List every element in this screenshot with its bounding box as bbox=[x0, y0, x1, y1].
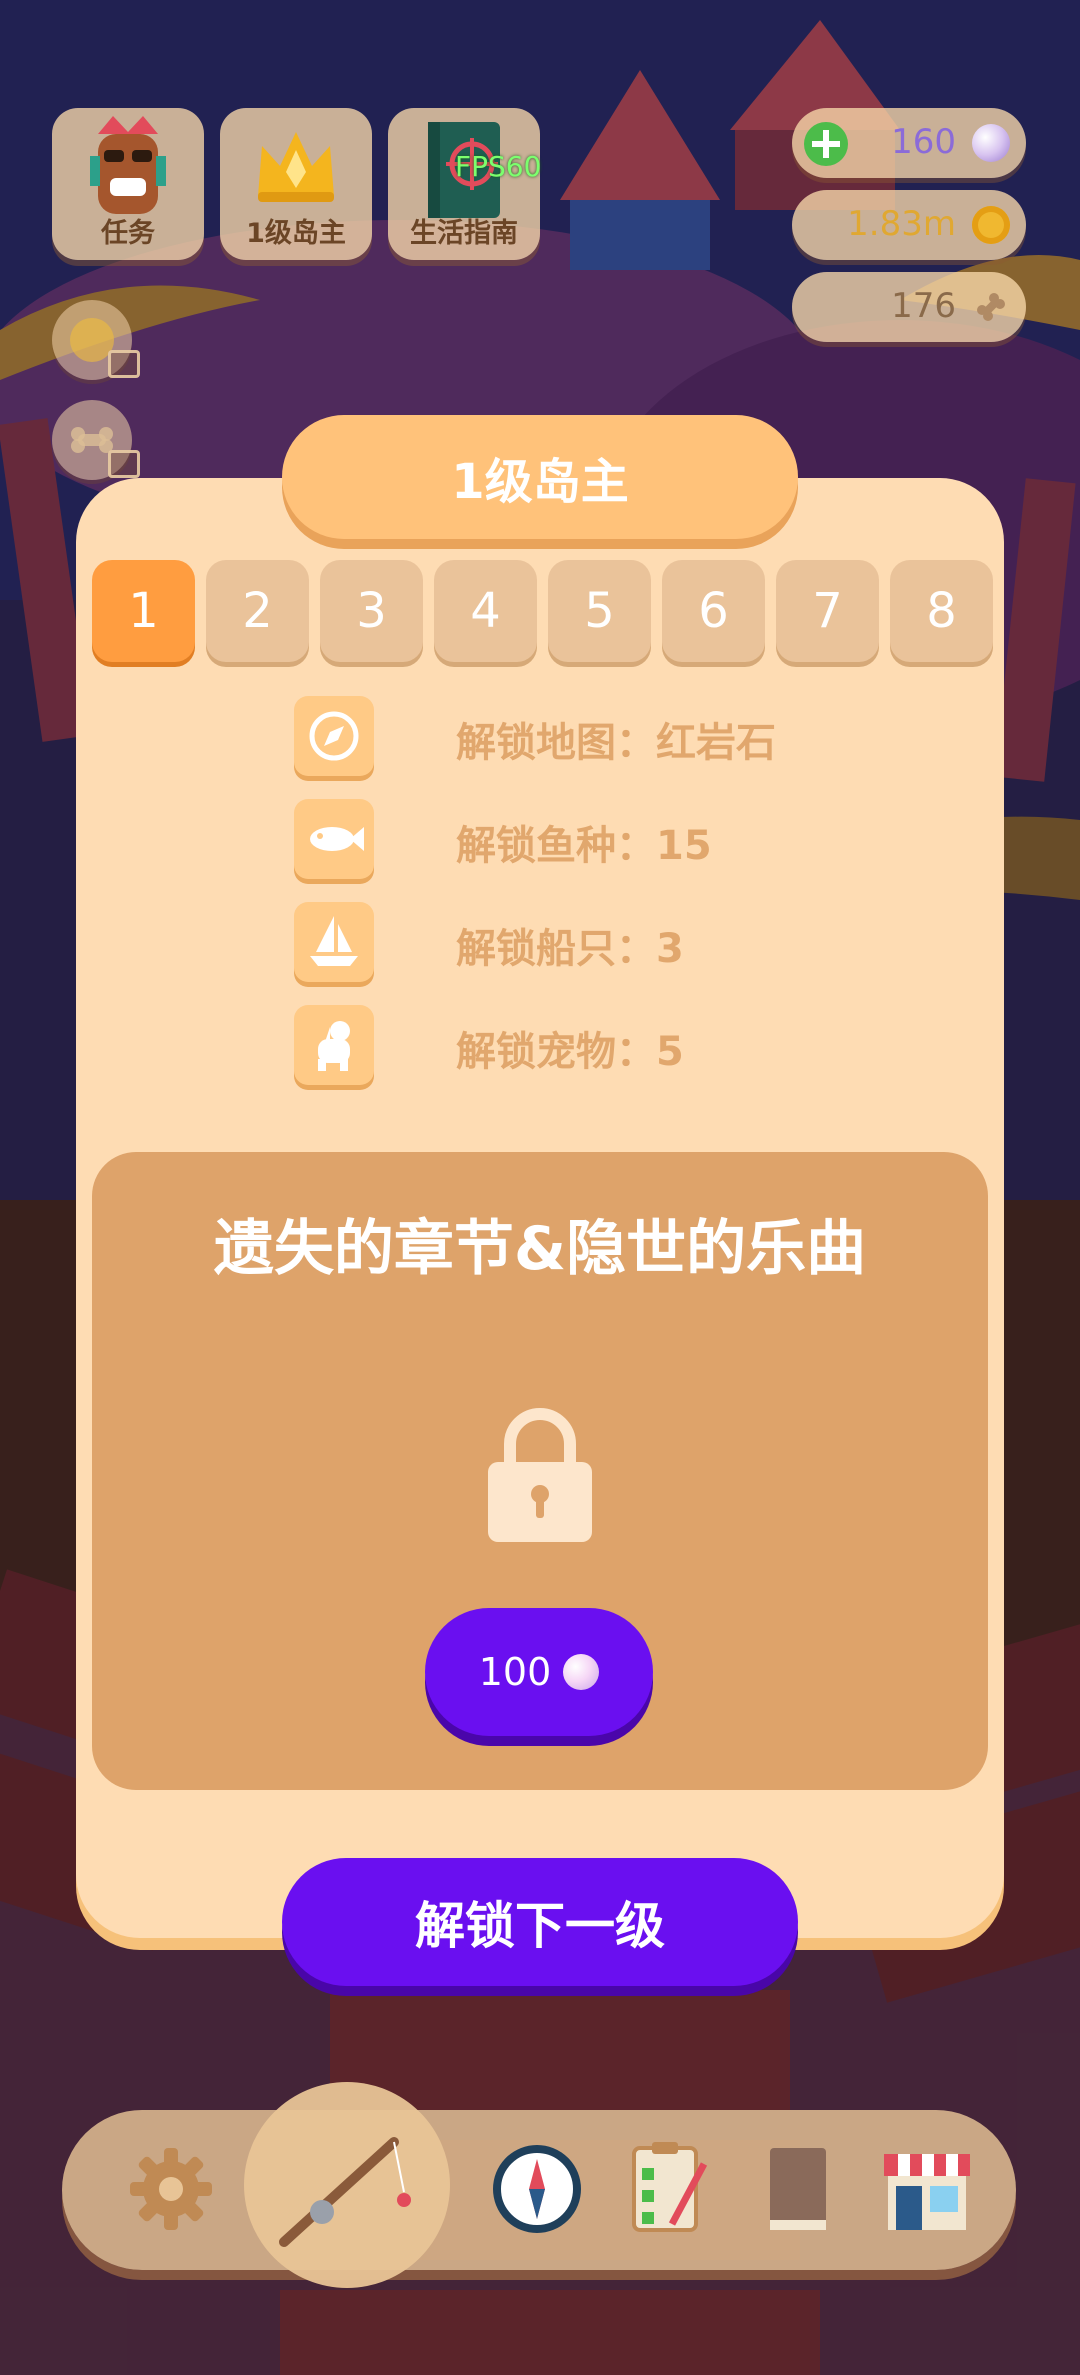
tiki-mask-icon bbox=[78, 116, 178, 230]
unlock-price-button[interactable]: 100 bbox=[425, 1608, 653, 1736]
fish-icon bbox=[294, 799, 374, 879]
video-play-icon bbox=[108, 450, 140, 478]
unlock-next-level-button[interactable]: 解锁下一级 bbox=[282, 1858, 798, 1986]
crown-icon bbox=[246, 116, 346, 220]
level-tab-6[interactable]: 6 bbox=[662, 560, 765, 662]
level-tab-4[interactable]: 4 bbox=[434, 560, 537, 662]
gear-icon[interactable] bbox=[116, 2134, 226, 2244]
compass-icon bbox=[294, 696, 374, 776]
locked-content-title: 遗失的章节&隐世的乐曲 bbox=[213, 1214, 867, 1284]
video-bone-bonus-button[interactable] bbox=[52, 400, 140, 480]
bone-currency: 176 bbox=[792, 272, 1026, 342]
perk-map: 解锁地图：红岩石 bbox=[294, 696, 994, 780]
level-tab-8[interactable]: 8 bbox=[890, 560, 993, 662]
perk-boat: 解锁船只：3 bbox=[294, 902, 994, 986]
bottom-nav bbox=[62, 2082, 1016, 2288]
fps-counter: FPS60 bbox=[455, 150, 542, 183]
sailboat-icon bbox=[294, 902, 374, 982]
fishing-tab[interactable] bbox=[244, 2082, 450, 2288]
tasks-button[interactable]: 任务 bbox=[52, 108, 204, 260]
perk-boat-text: 解锁船只：3 bbox=[456, 926, 684, 972]
bone-icon bbox=[977, 293, 1005, 321]
book-icon[interactable] bbox=[742, 2134, 852, 2244]
add-icon[interactable] bbox=[802, 120, 850, 168]
bone-count: 176 bbox=[891, 286, 956, 326]
dog-icon bbox=[294, 1005, 374, 1085]
modal-title: 1级岛主 bbox=[282, 415, 798, 539]
perk-fish-text: 解锁鱼种：15 bbox=[456, 823, 712, 869]
perk-fish: 解锁鱼种：15 bbox=[294, 799, 994, 883]
level-tab-2[interactable]: 2 bbox=[206, 560, 309, 662]
level-tab-1[interactable]: 1 bbox=[92, 560, 195, 662]
video-play-icon bbox=[108, 350, 140, 378]
island-rank-button[interactable]: 1级岛主 bbox=[220, 108, 372, 260]
unlock-price-value: 100 bbox=[478, 1650, 552, 1694]
locked-content-panel: 遗失的章节&隐世的乐曲 100 bbox=[92, 1152, 988, 1790]
level-tabs: 1 2 3 4 5 6 7 8 bbox=[92, 560, 993, 662]
pearl-count: 160 bbox=[891, 122, 956, 162]
compass-icon[interactable] bbox=[482, 2134, 592, 2244]
perk-pet-text: 解锁宠物：5 bbox=[456, 1029, 684, 1075]
pearl-icon bbox=[563, 1654, 600, 1690]
pearl-currency[interactable]: 160 bbox=[792, 108, 1026, 178]
level-tab-5[interactable]: 5 bbox=[548, 560, 651, 662]
video-coin-bonus-button[interactable] bbox=[52, 300, 140, 380]
coin-count: 1.83m bbox=[847, 204, 956, 244]
coin-currency: 1.83m bbox=[792, 190, 1026, 260]
level-tab-7[interactable]: 7 bbox=[776, 560, 879, 662]
lock-icon bbox=[484, 1404, 596, 1548]
checklist-icon[interactable] bbox=[612, 2134, 722, 2244]
perk-pet: 解锁宠物：5 bbox=[294, 1005, 994, 1089]
fishing-rod-icon bbox=[279, 2137, 411, 2247]
coin-icon bbox=[972, 206, 1010, 244]
life-guide-button[interactable]: 生活指南 bbox=[388, 108, 540, 260]
pearl-icon bbox=[972, 124, 1010, 162]
level-tab-3[interactable]: 3 bbox=[320, 560, 423, 662]
shop-icon[interactable] bbox=[872, 2134, 982, 2244]
perk-map-text: 解锁地图：红岩石 bbox=[456, 720, 776, 766]
